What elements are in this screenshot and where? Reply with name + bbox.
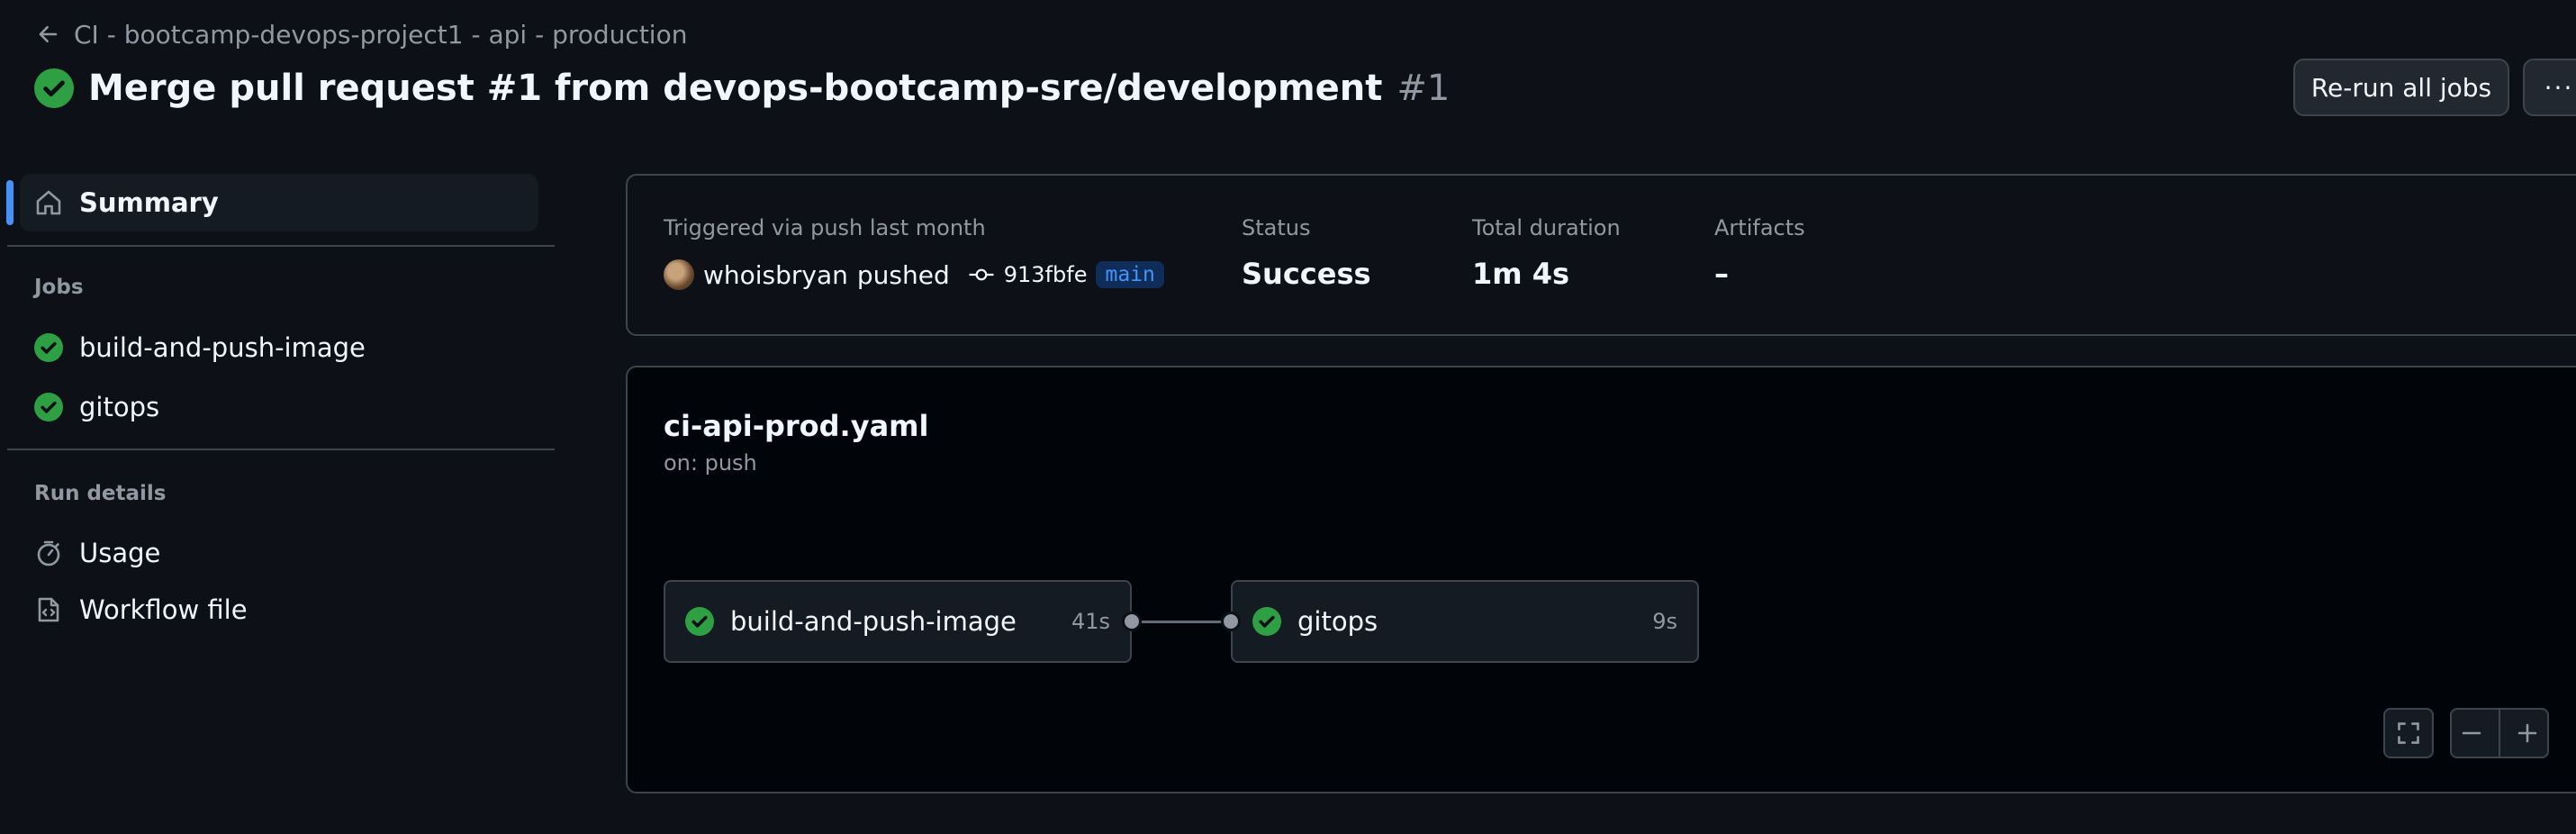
sidebar-item-usage[interactable]: Usage	[34, 535, 160, 571]
output-port	[1122, 612, 1142, 631]
stopwatch-icon	[34, 539, 63, 567]
job-name: gitops	[1297, 606, 1378, 637]
zoom-in-icon[interactable]	[2516, 721, 2539, 745]
sidebar-item-job-gitops[interactable]: gitops	[34, 389, 159, 425]
more-actions-button[interactable]: ···	[2523, 59, 2576, 116]
workflow-graph-card: ci-api-prod.yaml on: push build-and-push…	[626, 366, 2576, 793]
active-indicator	[6, 180, 14, 225]
success-icon	[685, 607, 714, 636]
success-icon	[1252, 607, 1281, 636]
breadcrumb[interactable]: CI - bootcamp-devops-project1 - api - pr…	[74, 20, 687, 50]
workflow-file-name[interactable]: ci-api-prod.yaml	[664, 409, 928, 443]
push-action: pushed	[856, 259, 950, 290]
job-node-gitops[interactable]: gitops 9s	[1231, 580, 1699, 663]
artifacts-label: Artifacts	[1714, 215, 1805, 240]
run-title: Merge pull request #1 from devops-bootca…	[88, 68, 1383, 109]
workflow-trigger: on: push	[664, 450, 757, 476]
rerun-all-jobs-button[interactable]: Re-run all jobs	[2293, 59, 2509, 116]
job-connector	[1132, 621, 1231, 623]
zoom-out-icon[interactable]	[2460, 721, 2483, 745]
run-details-heading: Run details	[34, 482, 167, 505]
divider	[7, 449, 555, 450]
home-icon	[34, 188, 63, 217]
success-icon	[34, 333, 63, 362]
job-node-build-and-push-image[interactable]: build-and-push-image 41s	[664, 580, 1132, 663]
run-number: #1	[1396, 68, 1451, 109]
artifacts-value: –	[1714, 257, 1729, 291]
sidebar-item-summary[interactable]: Summary	[34, 184, 219, 222]
jobs-heading: Jobs	[34, 276, 84, 299]
run-summary-card: Triggered via push last month whoisbryan…	[626, 174, 2576, 336]
sidebar-item-label: gitops	[79, 392, 160, 422]
success-icon	[34, 393, 63, 422]
sidebar-item-job-build[interactable]: build-and-push-image	[34, 330, 366, 366]
sidebar-item-workflow-file[interactable]: Workflow file	[34, 592, 248, 628]
trigger-details: whoisbryan pushed 913fbfe main	[664, 257, 1164, 293]
avatar[interactable]	[664, 259, 694, 290]
arrow-left-icon	[36, 23, 59, 46]
trigger-label: Triggered via push last month	[664, 215, 986, 240]
rerun-label: Re-run all jobs	[2310, 72, 2492, 103]
job-duration: 9s	[1652, 609, 1677, 634]
status-label: Status	[1242, 215, 1311, 240]
branch-label[interactable]: main	[1096, 261, 1164, 288]
sidebar-item-label: Usage	[79, 538, 161, 568]
page-title: Merge pull request #1 from devops-bootca…	[34, 63, 1450, 113]
success-icon	[34, 68, 74, 108]
sidebar-item-label: Summary	[79, 187, 219, 218]
duration-value: 1m 4s	[1472, 257, 1570, 291]
status-value: Success	[1242, 257, 1371, 291]
sidebar-item-label: Workflow file	[79, 594, 248, 625]
fullscreen-button[interactable]	[2383, 708, 2434, 758]
divider	[7, 245, 555, 247]
sidebar-item-label: build-and-push-image	[79, 332, 366, 363]
duration-label: Total duration	[1472, 215, 1621, 240]
file-code-icon	[34, 595, 63, 624]
input-port	[1221, 612, 1241, 631]
job-name: build-and-push-image	[730, 606, 1017, 637]
commit-sha[interactable]: 913fbfe	[1004, 262, 1088, 287]
zoom-controls	[2450, 708, 2549, 758]
job-duration: 41s	[1071, 609, 1110, 634]
zoom-divider	[2498, 708, 2500, 758]
commit-icon	[968, 264, 995, 286]
back-link[interactable]: CI - bootcamp-devops-project1 - api - pr…	[36, 16, 687, 52]
fullscreen-icon	[2396, 721, 2421, 746]
actor-name[interactable]: whoisbryan	[703, 260, 848, 290]
kebab-icon: ···	[2544, 72, 2574, 103]
